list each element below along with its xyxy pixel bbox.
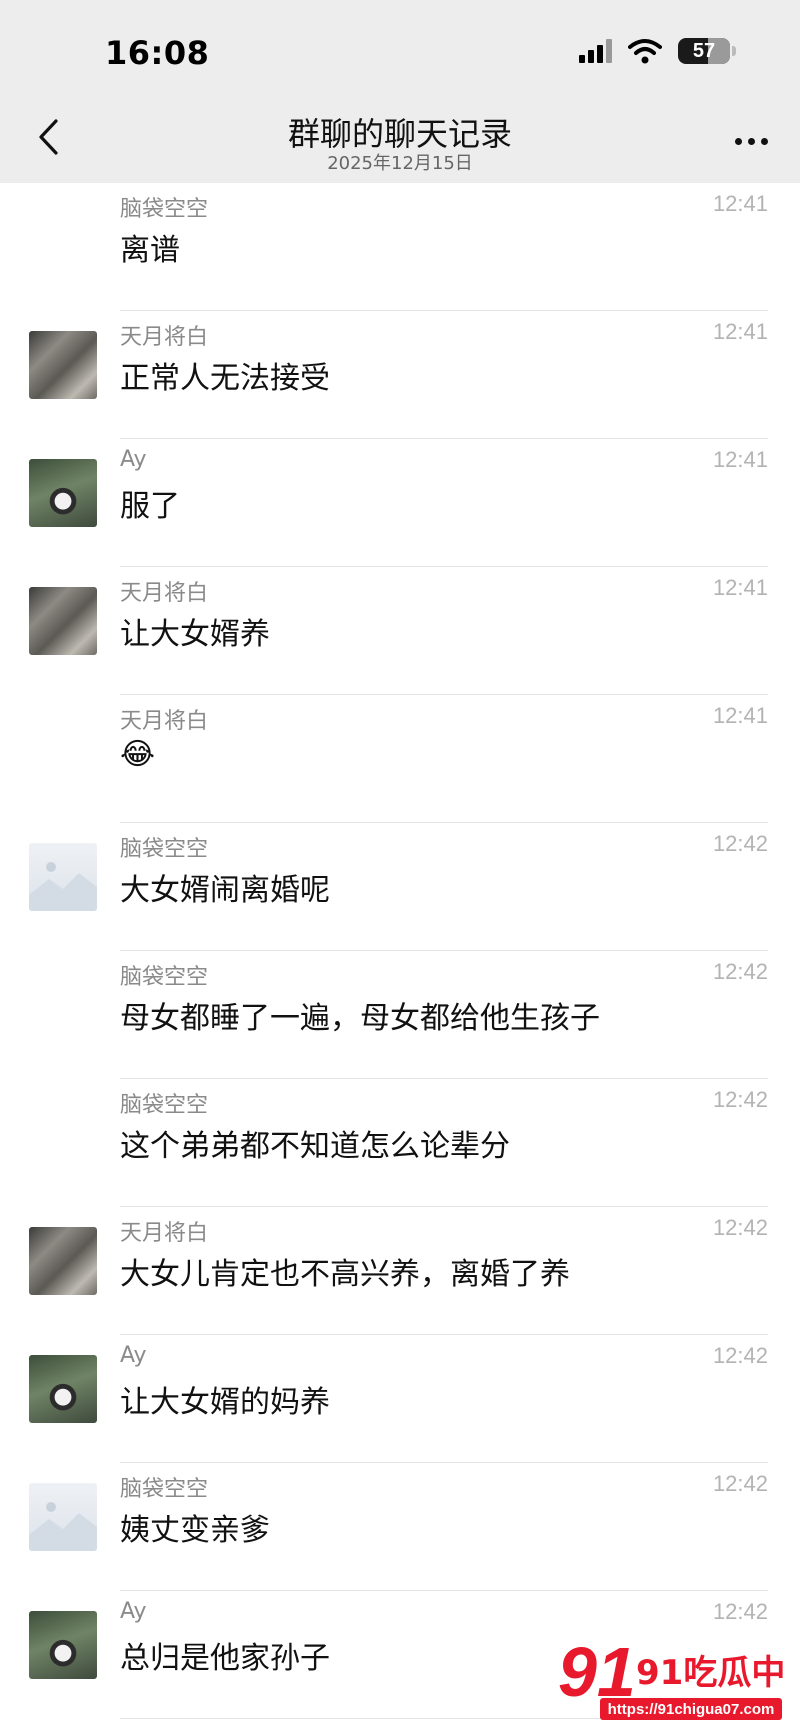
battery-level: 57: [692, 39, 716, 62]
status-bar: 16:08 57: [0, 0, 800, 95]
avatar[interactable]: [29, 1227, 97, 1295]
message-time: 12:41: [712, 703, 768, 728]
message-sender: 天月将白: [120, 581, 209, 606]
message-time: 12:42: [712, 831, 768, 856]
message-time: 12:41: [712, 319, 768, 344]
message-time: 12:42: [712, 959, 768, 984]
watermark-url: https://91chigua07.com: [608, 1701, 775, 1718]
message-text: 离谱: [120, 233, 180, 268]
message-time: 12:41: [712, 575, 768, 600]
message-text: 总归是他家孙子: [120, 1641, 330, 1676]
message-sender: 脑袋空空: [120, 965, 209, 990]
message-row[interactable]: 脑袋空空 12:42 大女婿闹离婚呢: [0, 823, 800, 951]
avatar[interactable]: [29, 1355, 97, 1423]
message-row[interactable]: Ay 12:41 服了: [0, 439, 800, 567]
message-time: 12:41: [712, 191, 768, 216]
message-text: 大女儿肯定也不高兴养，离婚了养: [120, 1257, 570, 1292]
message-row[interactable]: 天月将白 12:41 😂: [0, 695, 800, 823]
message-row[interactable]: 天月将白 12:41 正常人无法接受: [0, 311, 800, 439]
message-text: 让大女婿养: [120, 617, 270, 652]
message-sender: Ay: [120, 447, 147, 472]
message-text: 正常人无法接受: [120, 361, 330, 396]
more-dot-icon: [734, 137, 742, 145]
message-time: 12:41: [712, 447, 768, 472]
more-dot-icon: [747, 137, 755, 145]
avatar[interactable]: [29, 843, 97, 911]
avatar[interactable]: [29, 1483, 97, 1551]
message-text: 姨丈变亲爹: [120, 1513, 270, 1548]
message-sender: Ay: [120, 1343, 147, 1368]
message-text: 服了: [120, 489, 180, 524]
message-row[interactable]: Ay 12:42 让大女婿的妈养: [0, 1335, 800, 1463]
message-row[interactable]: 脑袋空空 12:41 离谱: [0, 183, 800, 311]
message-text: 大女婿闹离婚呢: [120, 873, 330, 908]
message-sender: 脑袋空空: [120, 1093, 209, 1118]
watermark-logo-text: 91吃瓜中心: [636, 1653, 786, 1693]
message-text: 这个弟弟都不知道怎么论辈分: [120, 1129, 510, 1164]
avatar[interactable]: [29, 331, 97, 399]
battery-icon: 57: [678, 38, 736, 64]
status-time: 16:08: [105, 34, 210, 72]
image-placeholder-icon: [29, 1502, 97, 1551]
message-sender: 天月将白: [120, 1221, 209, 1246]
message-text: 让大女婿的妈养: [120, 1385, 330, 1420]
message-time: 12:42: [712, 1215, 768, 1240]
emoji-laughing-icon: 😂: [120, 737, 156, 772]
message-sender: 脑袋空空: [120, 837, 209, 862]
more-options-button[interactable]: [726, 121, 776, 161]
wifi-icon: [628, 39, 662, 64]
cellular-signal-icon: [579, 39, 612, 63]
avatar[interactable]: [29, 459, 97, 527]
message-text: 母女都睡了一遍，母女都给他生孩子: [120, 1001, 600, 1036]
page-subtitle-date: 2025年12月15日: [327, 153, 473, 174]
message-sender: 天月将白: [120, 709, 209, 734]
message-sender: 天月将白: [120, 325, 209, 350]
message-sender: 脑袋空空: [120, 1477, 209, 1502]
more-dot-icon: [760, 137, 768, 145]
watermark-logo: 91 91吃瓜中心 https://91chigua07.com: [557, 1632, 786, 1720]
message-list: 脑袋空空 12:41 离谱 天月将白 12:41 正常人无法接受 Ay 12:4…: [0, 183, 800, 1719]
message-row[interactable]: 天月将白 12:41 让大女婿养: [0, 567, 800, 695]
message-time: 12:42: [712, 1343, 768, 1368]
status-icons: 57: [579, 38, 736, 64]
message-row[interactable]: 天月将白 12:42 大女儿肯定也不高兴养，离婚了养: [0, 1207, 800, 1335]
avatar[interactable]: [29, 1611, 97, 1679]
avatar[interactable]: [29, 587, 97, 655]
message-sender: Ay: [120, 1599, 147, 1624]
message-sender: 脑袋空空: [120, 197, 209, 222]
message-time: 12:42: [712, 1599, 768, 1624]
message-time: 12:42: [712, 1087, 768, 1112]
message-row[interactable]: 脑袋空空 12:42 姨丈变亲爹: [0, 1463, 800, 1591]
message-row[interactable]: 脑袋空空 12:42 这个弟弟都不知道怎么论辈分: [0, 1079, 800, 1207]
nav-bar: 群聊的聊天记录 2025年12月15日: [0, 95, 800, 183]
image-placeholder-icon: [29, 862, 97, 911]
message-row[interactable]: 脑袋空空 12:42 母女都睡了一遍，母女都给他生孩子: [0, 951, 800, 1079]
message-time: 12:42: [712, 1471, 768, 1496]
